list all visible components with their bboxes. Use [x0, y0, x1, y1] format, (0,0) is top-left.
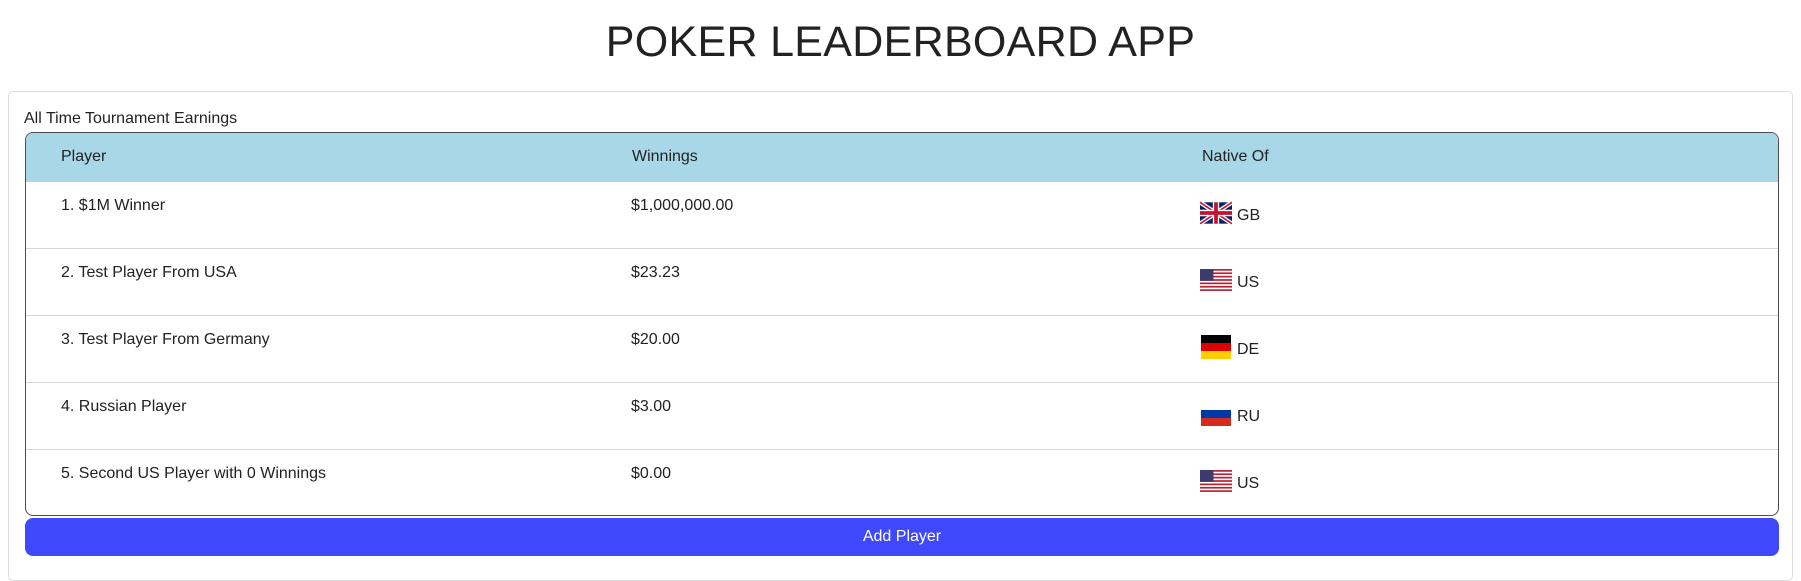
player-name: 4. Russian Player — [61, 398, 187, 415]
player-native: US — [1200, 466, 1259, 493]
player-name: 1. $1M Winner — [61, 197, 166, 214]
country-code: US — [1237, 475, 1260, 492]
table-row[interactable]: 2. Test Player From USA $23.23 US — [26, 249, 1778, 316]
us-flag-icon — [1200, 470, 1232, 492]
player-native: DE — [1200, 332, 1259, 359]
header-player: Player — [61, 148, 107, 165]
player-winnings: $0.00 — [631, 465, 672, 482]
player-name: 5. Second US Player with 0 Winnings — [61, 465, 327, 482]
player-name: 3. Test Player From Germany — [61, 331, 270, 348]
table-caption: All Time Tournament Earnings — [24, 110, 238, 127]
player-winnings: $20.00 — [631, 331, 680, 348]
player-name: 2. Test Player From USA — [61, 264, 237, 281]
player-winnings: $3.00 — [631, 398, 672, 415]
table-row[interactable]: 5. Second US Player with 0 Winnings $0.0… — [26, 450, 1778, 515]
ru-flag-icon — [1201, 402, 1231, 426]
table-header: Player Winnings Native Of — [26, 133, 1778, 182]
player-winnings: $23.23 — [631, 264, 680, 281]
gb-flag-icon — [1200, 201, 1232, 225]
player-winnings: $1,000,000.00 — [631, 197, 734, 214]
country-code: GB — [1237, 207, 1261, 224]
country-code: RU — [1237, 408, 1261, 425]
player-native: RU — [1200, 399, 1260, 426]
table-row[interactable]: 1. $1M Winner $1,000,000.00 GB — [26, 182, 1778, 249]
de-flag-icon — [1201, 335, 1231, 359]
header-native-of: Native Of — [1202, 148, 1269, 165]
table-row[interactable]: 3. Test Player From Germany $20.00 DE — [26, 316, 1778, 383]
header-winnings: Winnings — [632, 148, 698, 165]
table-row[interactable]: 4. Russian Player $3.00 RU — [26, 383, 1778, 450]
country-code: DE — [1237, 341, 1260, 358]
player-native: GB — [1200, 198, 1260, 225]
page-title: POKER LEADERBOARD APP — [605, 18, 1196, 66]
leaderboard-table: Player Winnings Native Of 1. $1M Winner … — [25, 132, 1779, 516]
country-code: US — [1237, 274, 1260, 291]
us-flag-icon — [1200, 269, 1232, 291]
player-native: US — [1200, 265, 1259, 292]
add-player-button[interactable]: Add Player — [25, 518, 1779, 556]
